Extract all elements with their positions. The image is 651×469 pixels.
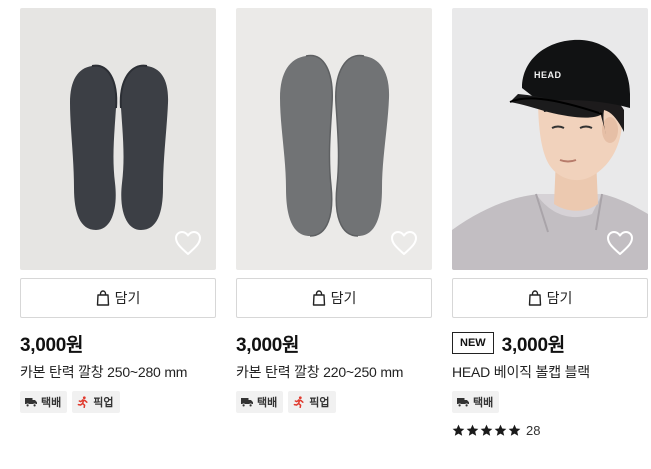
delivery-truck-icon bbox=[241, 398, 253, 408]
pickup-runner-icon bbox=[77, 396, 88, 408]
add-to-cart-button[interactable]: 담기 bbox=[20, 278, 216, 318]
shopping-bag-icon bbox=[312, 290, 325, 306]
product-name[interactable]: 카본 탄력 깔창 250~280 mm bbox=[20, 362, 187, 382]
tag-delivery: 택배 bbox=[20, 391, 68, 413]
star-icon bbox=[466, 424, 479, 436]
star-icon bbox=[480, 424, 493, 436]
pickup-runner-icon bbox=[293, 396, 304, 408]
tag-label: 택배 bbox=[257, 397, 278, 409]
price-row: 3,000원 bbox=[20, 330, 84, 356]
review-count: 28 bbox=[526, 423, 541, 438]
wishlist-heart-icon[interactable] bbox=[174, 230, 202, 256]
tag-label: 택배 bbox=[473, 397, 494, 409]
delivery-options: 택배 bbox=[452, 391, 500, 413]
price-row: 3,000원 bbox=[236, 330, 300, 356]
product-image[interactable] bbox=[236, 8, 432, 270]
tag-pickup: 픽업 bbox=[288, 391, 336, 413]
product-image[interactable] bbox=[20, 8, 216, 270]
shopping-bag-icon bbox=[96, 290, 109, 306]
wishlist-heart-icon[interactable] bbox=[606, 230, 634, 256]
add-to-cart-button[interactable]: 담기 bbox=[452, 278, 648, 318]
add-to-cart-label: 담기 bbox=[330, 290, 357, 306]
product-price: 3,000원 bbox=[236, 334, 300, 356]
delivery-options: 택배 픽업 bbox=[236, 391, 336, 413]
price-row: NEW 3,000원 bbox=[452, 330, 565, 356]
delivery-truck-icon bbox=[457, 398, 469, 408]
delivery-truck-icon bbox=[25, 398, 37, 408]
add-to-cart-label: 담기 bbox=[546, 290, 573, 306]
tag-delivery: 택배 bbox=[236, 391, 284, 413]
add-to-cart-button[interactable]: 담기 bbox=[236, 278, 432, 318]
product-name[interactable]: HEAD 베이직 볼캡 블랙 bbox=[452, 362, 590, 382]
tag-label: 픽업 bbox=[309, 397, 330, 409]
tag-label: 픽업 bbox=[93, 397, 114, 409]
tag-delivery: 택배 bbox=[452, 391, 500, 413]
star-icon bbox=[452, 424, 465, 436]
shopping-bag-icon bbox=[528, 290, 541, 306]
product-price: 3,000원 bbox=[20, 334, 84, 356]
wishlist-heart-icon[interactable] bbox=[390, 230, 418, 256]
delivery-options: 택배 픽업 bbox=[20, 391, 120, 413]
cap-logo: HEAD bbox=[534, 70, 562, 80]
tag-pickup: 픽업 bbox=[72, 391, 120, 413]
product-grid: 담기 3,000원 카본 탄력 깔창 250~280 mm 택배 픽업 담기 3… bbox=[20, 8, 648, 463]
product-price: 3,000원 bbox=[501, 334, 566, 356]
add-to-cart-label: 담기 bbox=[114, 290, 141, 306]
product-card[interactable]: HEAD 담기 NEW 3,000원 HEAD 베이직 볼캡 블랙 택배 28 bbox=[452, 8, 648, 438]
product-card[interactable]: 담기 3,000원 카본 탄력 깔창 220~250 mm 택배 픽업 bbox=[236, 8, 432, 413]
rating: 28 bbox=[452, 423, 540, 438]
product-name[interactable]: 카본 탄력 깔창 220~250 mm bbox=[236, 362, 403, 382]
product-image[interactable]: HEAD bbox=[452, 8, 648, 270]
star-icon bbox=[494, 424, 507, 436]
product-card[interactable]: 담기 3,000원 카본 탄력 깔창 250~280 mm 택배 픽업 bbox=[20, 8, 216, 413]
tag-label: 택배 bbox=[41, 397, 62, 409]
star-rating bbox=[452, 424, 521, 437]
star-icon bbox=[508, 424, 521, 436]
new-badge: NEW bbox=[452, 332, 494, 354]
